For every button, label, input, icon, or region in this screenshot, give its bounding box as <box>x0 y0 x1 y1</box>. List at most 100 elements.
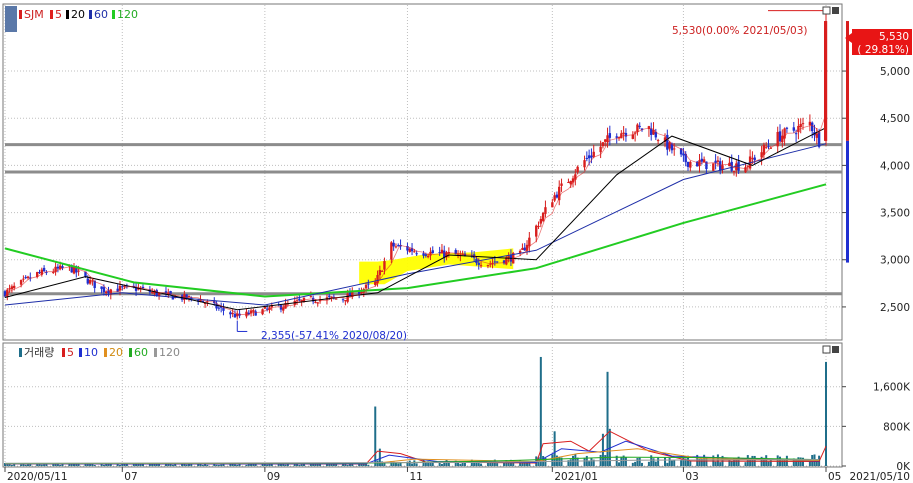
volume-bar <box>415 463 418 466</box>
volume-bar <box>606 371 609 466</box>
legend-vma10: 10 <box>84 346 98 359</box>
candle-body <box>523 247 526 251</box>
candle-body <box>104 291 108 294</box>
candle-body <box>334 298 338 300</box>
candle-body <box>383 261 386 270</box>
volume-bar <box>620 456 623 466</box>
volume-bar <box>480 463 483 466</box>
volume-bar <box>666 462 669 466</box>
candle-body <box>535 225 538 237</box>
volume-bar <box>776 455 779 466</box>
candle-body <box>668 142 671 149</box>
volume-bar <box>689 461 692 466</box>
volume-tick-label: 800K <box>883 421 911 433</box>
volume-bar <box>440 464 443 466</box>
candle-body <box>26 276 30 279</box>
candle-body <box>431 250 434 254</box>
candle-body <box>615 136 618 138</box>
candle-body <box>91 280 94 282</box>
price-tick-label: 3,000 <box>880 255 910 267</box>
candle-body <box>650 128 653 135</box>
volume-bar <box>206 464 209 466</box>
right-change-down <box>846 140 849 263</box>
volume-bar <box>56 464 59 466</box>
candle-body <box>719 161 722 171</box>
volume-bar <box>314 464 317 466</box>
volume-bar <box>496 463 499 466</box>
volume-bar <box>634 461 637 466</box>
volume-bar <box>10 464 13 466</box>
candle-body <box>397 245 400 247</box>
volume-bar <box>673 460 676 466</box>
volume-bar <box>542 455 545 466</box>
candle-body <box>231 312 234 314</box>
candle-body <box>477 262 480 265</box>
candle-body <box>689 161 692 168</box>
legend-ma60: 60 <box>94 8 108 21</box>
candle-body <box>576 166 579 173</box>
candle-body <box>495 261 499 263</box>
candle-body <box>815 133 819 138</box>
candle-body <box>528 237 531 247</box>
candle-body <box>624 132 628 137</box>
candle-body <box>592 151 595 157</box>
volume-bar <box>201 464 204 466</box>
volume-bar <box>245 464 248 466</box>
last-price-tag: 5,530 ( 29.81%) <box>845 29 912 56</box>
legend-vma60: 60 <box>134 346 148 359</box>
price-y-ticks: 5,000 4,500 4,000 3,500 3,000 2,500 <box>842 66 910 314</box>
legend-volume-title: 거래량 <box>24 346 54 359</box>
candle-body <box>583 160 586 168</box>
x-tick-label: 09 <box>267 471 280 483</box>
candle-body <box>553 195 556 201</box>
volume-bar <box>93 465 96 466</box>
candle-body <box>56 266 60 269</box>
stock-chart: 5,000 4,500 4,000 3,500 3,000 2,500 1,600K 800… <box>2 3 912 483</box>
candle-body <box>636 124 639 133</box>
candle-body <box>10 286 14 290</box>
candle-body <box>673 148 676 150</box>
volume-bar <box>749 459 752 466</box>
volume-bar <box>503 462 506 466</box>
volume-bar <box>118 464 121 466</box>
volume-bar <box>588 461 591 466</box>
volume-bar <box>664 457 667 466</box>
candle-body <box>348 292 352 296</box>
volume-bar <box>351 464 354 466</box>
candle-body <box>424 254 428 256</box>
volume-bar <box>374 406 377 466</box>
candle-body <box>479 265 483 267</box>
volume-bar <box>583 457 586 466</box>
volume-bar <box>636 458 639 466</box>
volume-bar <box>236 464 239 466</box>
volume-bar <box>744 462 747 466</box>
volume-y-ticks: 1,600K800K0K <box>842 382 911 473</box>
candle-body <box>537 225 540 227</box>
price-tick-label: 2,500 <box>880 302 910 314</box>
volume-bar <box>411 463 414 466</box>
candle-body <box>521 248 524 250</box>
volume-bar <box>618 462 621 466</box>
candle-body <box>309 296 313 298</box>
volume-bar <box>266 464 269 466</box>
volume-bar <box>459 463 462 466</box>
candle-body <box>52 271 55 273</box>
volume-bar <box>190 464 193 466</box>
volume-bar <box>367 464 370 466</box>
candle-body <box>390 242 393 260</box>
x-tick-label: 2021/01 <box>554 471 598 483</box>
candle-body <box>415 253 418 255</box>
x-tick-label: 05 <box>828 471 841 483</box>
candle-body <box>808 121 812 126</box>
candle-body <box>801 123 805 125</box>
candle-body <box>426 255 430 258</box>
candle-body <box>585 157 589 159</box>
candle-body <box>599 146 602 153</box>
candle-body <box>364 284 368 289</box>
volume-bar <box>728 459 731 466</box>
volume-bar <box>107 464 110 466</box>
candle-body <box>560 183 563 186</box>
legend-ticker: SJM <box>24 8 44 21</box>
candle-body <box>86 278 89 284</box>
candle-body <box>539 218 543 224</box>
